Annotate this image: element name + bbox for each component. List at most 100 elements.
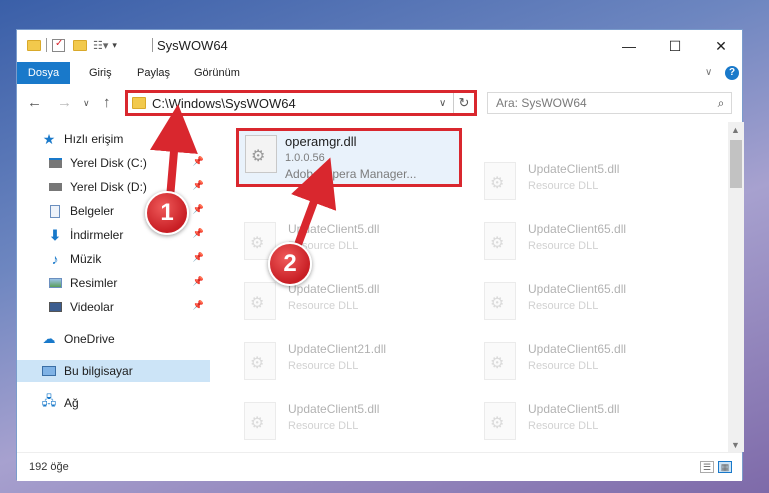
file-name: UpdateClient21.dll [288,342,387,356]
tab-paylas[interactable]: Paylaş [137,62,170,84]
nav-label: Yerel Disk (C:) [70,156,147,170]
nav-label: Hızlı erişim [64,132,124,146]
file-item[interactable]: ⚙ UpdateClient5.dll Resource DLL [476,156,706,212]
folder-icon [27,39,41,51]
file-item[interactable]: ⚙ UpdateClient5.dll Resource DLL [236,396,466,452]
title-bar: ✓ ☷▾ ▾ SysWOW64 — ☐ ✕ [17,30,742,62]
drive-icon [47,180,63,194]
scroll-thumb[interactable] [730,140,742,188]
file-name: operamgr.dll [285,134,357,149]
pin-icon[interactable]: 📌 [193,156,204,167]
nav-label: Resimler [70,276,118,290]
file-description: Resource DLL [528,360,599,372]
file-name: UpdateClient5.dll [528,162,620,176]
tab-gorunum[interactable]: Görünüm [194,62,240,84]
network-icon: 🖧 [41,393,57,408]
pin-icon[interactable]: 📌 [193,180,204,191]
nav-label: Müzik [70,252,102,266]
file-name: UpdateClient5.dll [288,222,380,236]
address-bar[interactable]: C:\Windows\SysWOW64 ∨ ↻ [125,90,477,116]
nav-label: İndirmeler [70,228,124,242]
nav-label: Yerel Disk (D:) [70,180,147,194]
maximize-button[interactable]: ☐ [652,30,698,62]
new-folder-icon[interactable] [73,39,87,51]
nav-item-local-disk-c[interactable]: Yerel Disk (C:) 📌 [17,152,210,174]
tab-dosya[interactable]: Dosya [17,62,70,84]
file-item[interactable]: ⚙ UpdateClient65.dll Resource DLL [476,276,706,332]
tab-giris[interactable]: Giriş [89,62,112,84]
nav-this-pc[interactable]: Bu bilgisayar [17,360,210,382]
file-item[interactable]: ⚙ UpdateClient5.dll Resource DLL [236,276,466,332]
large-icons-view-icon[interactable]: ▦ [718,461,732,473]
file-item-operamgr[interactable]: ⚙ operamgr.dll 1.0.0.56 Adobe Opera Mana… [236,128,462,187]
file-item[interactable]: ⚙ UpdateClient65.dll Resource DLL [476,216,706,272]
back-icon[interactable]: ← [27,94,42,111]
navigation-pane: ★ Hızlı erişim Yerel Disk (C:) 📌 Yerel D… [17,122,210,452]
chevron-down-icon[interactable]: ∨ [705,62,712,84]
close-button[interactable]: ✕ [698,30,744,62]
pin-icon[interactable]: 📌 [193,276,204,287]
search-icon[interactable]: ⌕ [711,96,731,111]
scroll-up-icon[interactable]: ▲ [731,125,740,135]
nav-item-pictures[interactable]: Resimler 📌 [17,272,210,294]
file-description: Resource DLL [528,180,599,192]
search-box[interactable]: Ara: SysWOW64 ⌕ [487,92,732,114]
properties-icon[interactable]: ✓ [52,38,65,52]
nav-item-videos[interactable]: Videolar 📌 [17,296,210,318]
nav-quick-access[interactable]: ★ Hızlı erişim [17,128,210,150]
nav-label: Bu bilgisayar [64,364,133,378]
forward-icon[interactable]: → [57,94,72,111]
file-item[interactable]: ⚙ UpdateClient65.dll Resource DLL [476,336,706,392]
dll-file-icon: ⚙ [484,222,516,260]
address-path[interactable]: C:\Windows\SysWOW64 [152,96,439,111]
nav-label: OneDrive [64,332,115,346]
videos-icon [47,300,63,314]
up-icon[interactable]: ↑ [103,94,111,111]
nav-item-music[interactable]: ♪ Müzik 📌 [17,248,210,270]
window-title: SysWOW64 [157,38,228,53]
pin-icon[interactable]: 📌 [193,252,204,263]
nav-label: Videolar [70,300,114,314]
nav-onedrive[interactable]: ☁ OneDrive [17,328,210,350]
computer-icon [41,364,57,378]
file-name: UpdateClient5.dll [288,282,380,296]
vertical-scrollbar[interactable]: ▲ ▼ [728,122,744,452]
refresh-icon[interactable]: ↻ [453,93,474,113]
folder-icon [132,97,146,109]
minimize-button[interactable]: — [606,30,652,62]
nav-label: Belgeler [70,204,115,218]
nav-item-local-disk-d[interactable]: Yerel Disk (D:) 📌 [17,176,210,198]
search-input[interactable]: Ara: SysWOW64 [496,96,711,110]
recent-locations-icon[interactable]: ∨ [83,98,90,109]
customize-icon[interactable]: ☷▾ [93,39,108,52]
dll-file-icon: ⚙ [244,342,276,380]
address-dropdown-icon[interactable]: ∨ [439,98,453,109]
scroll-down-icon[interactable]: ▼ [731,440,740,450]
title-divider [152,38,153,52]
file-description: Resource DLL [528,420,599,432]
status-bar: 192 öğe ☰ ▦ [17,452,742,481]
nav-network[interactable]: 🖧 Ağ [17,392,210,414]
cloud-icon: ☁ [42,331,56,346]
file-name: UpdateClient5.dll [528,402,620,416]
file-description: Resource DLL [528,240,599,252]
ribbon: Dosya Giriş Paylaş Görünüm ∨ ? [17,62,742,85]
details-view-icon[interactable]: ☰ [700,461,714,473]
dll-file-icon: ⚙ [484,162,516,200]
documents-icon [47,204,63,218]
file-item[interactable]: ⚙ UpdateClient5.dll Resource DLL [476,396,706,452]
pin-icon[interactable]: 📌 [193,300,204,311]
file-description: Resource DLL [288,420,359,432]
file-description: Resource DLL [288,300,359,312]
help-icon[interactable]: ? [725,66,739,80]
toolbar-divider [46,38,47,52]
file-list: ⚙ operamgr.dll 1.0.0.56 Adobe Opera Mana… [210,122,728,452]
file-description: Adobe Opera Manager... [285,167,417,181]
file-name: UpdateClient65.dll [528,282,627,296]
file-item[interactable]: ⚙ UpdateClient21.dll Resource DLL [236,336,466,392]
pin-icon[interactable]: 📌 [193,204,204,215]
quick-access-dropdown-icon[interactable]: ▾ [112,40,117,51]
step-1-badge: 1 [145,191,189,235]
pin-icon[interactable]: 📌 [193,228,204,239]
file-name: UpdateClient65.dll [528,342,627,356]
